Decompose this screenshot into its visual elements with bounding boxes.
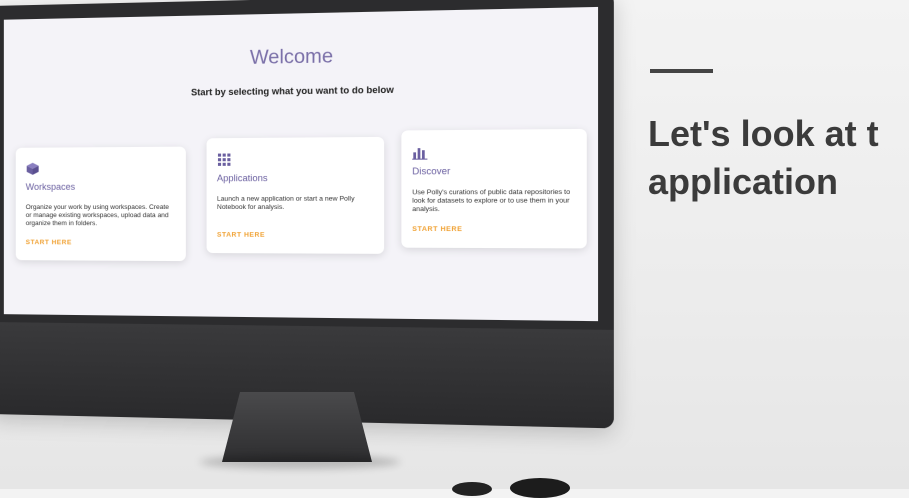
overlay-headline: Let's look at t application: [648, 110, 909, 206]
welcome-title: Welcome: [249, 45, 334, 69]
headline-line-2: application: [648, 161, 839, 202]
card-description: Organize your work by using workspaces. …: [25, 203, 169, 228]
mouse: [510, 478, 570, 498]
card-title: Applications: [216, 172, 268, 184]
grid-icon: [217, 153, 231, 166]
start-here-link[interactable]: START HERE: [412, 226, 462, 233]
accent-bar: [650, 69, 713, 73]
card-applications[interactable]: Applications Launch a new application or…: [206, 136, 385, 254]
monitor-screen: Welcome Start by selecting what you want…: [3, 6, 599, 322]
card-title: Discover: [412, 165, 451, 177]
stand-shadow: [200, 455, 400, 469]
keyboard-edge: [452, 482, 492, 496]
monitor-stand: [222, 392, 372, 462]
card-description: Use Polly's curations of public data rep…: [412, 188, 571, 214]
start-here-link[interactable]: START HERE: [217, 232, 265, 239]
card-description: Launch a new application or start a new …: [216, 195, 355, 212]
bar-chart-icon: [412, 148, 428, 160]
headline-line-1: Let's look at t: [648, 113, 879, 154]
card-workspaces[interactable]: Workspaces Organize your work by using w…: [15, 146, 186, 262]
monitor: Welcome Start by selecting what you want…: [0, 0, 614, 429]
start-here-link[interactable]: START HERE: [26, 239, 72, 246]
card-discover[interactable]: Discover Use Polly's curations of public…: [401, 128, 587, 249]
cube-icon: [26, 161, 39, 174]
welcome-subtitle: Start by selecting what you want to do b…: [191, 84, 394, 98]
card-title: Workspaces: [25, 181, 76, 192]
